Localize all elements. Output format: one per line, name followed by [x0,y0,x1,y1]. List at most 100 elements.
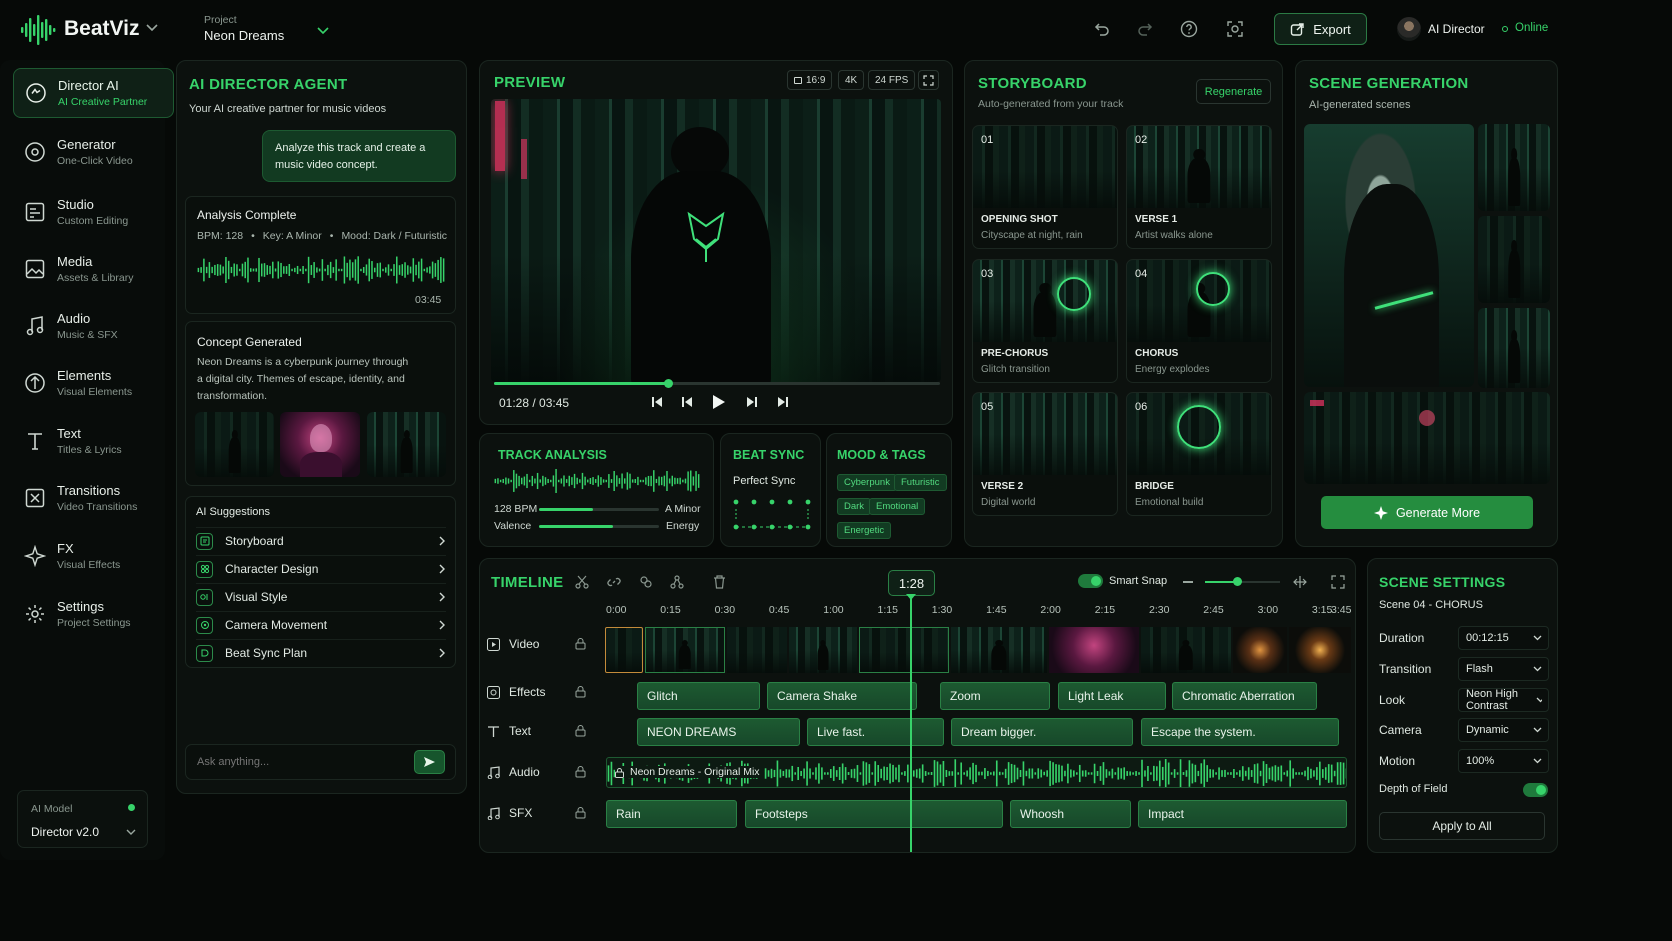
scene-thumb[interactable] [1478,308,1550,388]
skip-end-icon[interactable] [777,396,789,408]
help-icon[interactable] [1180,20,1198,38]
storyboard-card[interactable]: 06 BRIDGE Emotional build [1126,392,1272,516]
scene-wide-image[interactable] [1304,392,1550,484]
scene-thumb[interactable] [1478,124,1550,211]
expand-timeline-icon[interactable] [1331,575,1345,589]
mood-tag[interactable]: Dark [837,498,872,515]
mood-tag[interactable]: Cyberpunk [837,474,897,491]
avatar[interactable] [1397,17,1421,41]
effect-clip[interactable]: Light Leak [1058,682,1166,710]
sfx-clip[interactable]: Footsteps [745,800,1003,828]
project-dropdown-chevron-icon[interactable] [317,27,329,35]
play-icon[interactable] [712,394,726,410]
sfx-clip[interactable]: Impact [1138,800,1347,828]
video-clip[interactable] [727,627,787,673]
aspect-ratio-button[interactable]: 16:9 [787,70,833,90]
setting-select[interactable]: Flash [1457,657,1549,681]
lock-icon[interactable] [575,724,586,737]
video-clip[interactable] [1233,627,1287,673]
screen-capture-icon[interactable] [1226,20,1244,38]
video-clip[interactable] [859,627,949,673]
app-menu-chevron-icon[interactable] [146,24,158,32]
sidebar-item-generator[interactable]: Generator One-Click Video [13,127,174,177]
forward-icon[interactable] [746,396,758,408]
setting-select[interactable]: Dynamic [1457,718,1549,742]
fullscreen-icon[interactable] [918,70,939,90]
undo-icon[interactable] [1093,20,1111,38]
fps-button[interactable]: 24 FPS [868,70,916,90]
concept-thumb-2[interactable] [280,412,360,477]
video-clip[interactable] [645,627,725,673]
lock-icon[interactable] [575,765,586,778]
sidebar-item-media[interactable]: Media Assets & Library [13,244,174,294]
playhead-time[interactable]: 1:28 [888,570,935,596]
setting-select[interactable]: 00:12:15 [1457,626,1549,650]
mood-tag[interactable]: Emotional [869,498,926,515]
storyboard-card[interactable]: 02 VERSE 1 Artist walks alone [1126,125,1272,249]
lock-icon[interactable] [575,685,586,698]
regenerate-button[interactable]: Regenerate [1196,79,1271,104]
video-clip[interactable] [951,627,1047,673]
preview-progress-knob[interactable] [663,379,673,388]
video-clip[interactable] [1141,627,1231,673]
lock-icon[interactable] [575,637,586,650]
depth-of-field-toggle[interactable] [1523,783,1548,797]
video-clips[interactable] [605,627,1351,673]
effect-clip[interactable]: Zoom [940,682,1050,710]
effect-clip[interactable]: Glitch [637,682,760,710]
preview-progress-track[interactable] [494,379,940,388]
sidebar-item-director-ai[interactable]: Director AI AI Creative Partner [13,68,174,118]
setting-select[interactable]: 100% [1457,749,1549,773]
video-clip[interactable] [789,627,857,673]
scene-thumb[interactable] [1478,216,1550,303]
suggestion-beat-sync-plan[interactable]: Beat Sync Plan [196,639,446,666]
export-button[interactable]: Export [1274,13,1367,45]
ai-model-selector[interactable]: AI Model Director v2.0 [17,790,148,848]
concept-thumb-1[interactable] [195,412,274,477]
video-preview[interactable] [491,99,941,382]
sidebar-item-transitions[interactable]: Transitions Video Transitions [13,473,174,523]
group-icon[interactable] [639,575,653,589]
sidebar-item-studio[interactable]: Studio Custom Editing [13,187,174,237]
suggestion-visual-style[interactable]: Visual Style [196,583,446,610]
text-clip[interactable]: Escape the system. [1141,718,1339,746]
send-button[interactable] [414,750,445,774]
text-clip[interactable]: Live fast. [807,718,944,746]
mood-tag[interactable]: Futuristic [894,474,947,491]
sidebar-item-fx[interactable]: FX Visual Effects [13,531,174,581]
skip-start-icon[interactable] [651,396,663,408]
text-clip[interactable]: NEON DREAMS [637,718,800,746]
split-icon[interactable] [670,575,684,589]
suggestion-camera-movement[interactable]: Camera Movement [196,611,446,638]
zoom-slider[interactable] [1205,577,1280,586]
text-clip[interactable]: Dream bigger. [951,718,1133,746]
link-icon[interactable] [607,575,621,589]
sidebar-item-settings[interactable]: Settings Project Settings [13,589,174,639]
smart-snap-toggle[interactable] [1078,574,1103,588]
storyboard-card[interactable]: 04 CHORUS Energy explodes [1126,259,1272,383]
project-name[interactable]: Neon Dreams [204,28,284,43]
playhead-marker[interactable] [906,594,916,600]
sidebar-item-elements[interactable]: Elements Visual Elements [13,358,174,408]
mood-tag[interactable]: Energetic [837,522,892,539]
sfx-clip[interactable]: Whoosh [1010,800,1131,828]
setting-select[interactable]: Neon High Contrast [1457,688,1549,712]
sfx-clip[interactable]: Rain [606,800,737,828]
resolution-button[interactable]: 4K [838,70,865,90]
effect-clip[interactable]: Camera Shake [767,682,917,710]
rewind-icon[interactable] [681,396,693,408]
video-clip[interactable] [1049,627,1139,673]
trash-icon[interactable] [713,575,726,589]
scene-main-image[interactable] [1304,124,1474,387]
suggestion-storyboard[interactable]: Storyboard [196,527,446,554]
scissors-icon[interactable] [575,575,589,589]
storyboard-card[interactable]: 01 OPENING SHOT Cityscape at night, rain [972,125,1118,249]
sidebar-item-audio[interactable]: Audio Music & SFX [13,301,174,351]
video-clip[interactable] [605,627,643,673]
lock-icon[interactable] [575,806,586,819]
redo-icon[interactable] [1136,20,1154,38]
storyboard-card[interactable]: 05 VERSE 2 Digital world [972,392,1118,516]
storyboard-card[interactable]: 03 PRE-CHORUS Glitch transition [972,259,1118,383]
audio-clip[interactable]: Neon Dreams - Original Mix [606,757,1347,788]
generate-more-button[interactable]: Generate More [1321,496,1533,529]
